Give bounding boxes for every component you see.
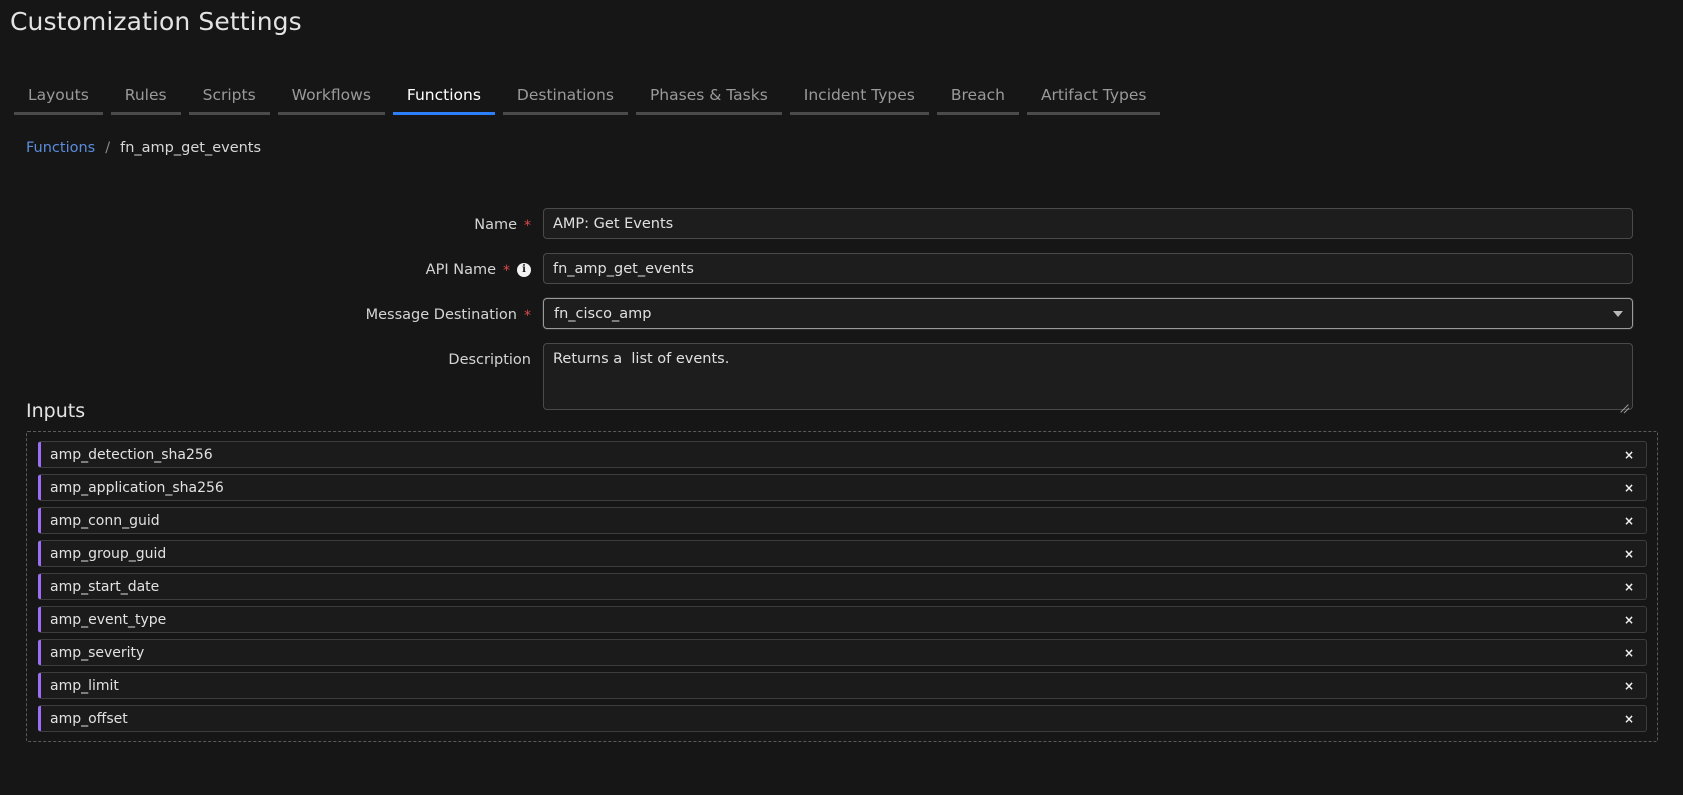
tab-underline	[110, 112, 181, 115]
tab-underline	[188, 112, 270, 115]
remove-input-button[interactable]: ×	[1616, 574, 1642, 599]
api-name-input[interactable]	[543, 253, 1633, 284]
input-row-label: amp_offset	[50, 710, 128, 727]
form-row-name: Name *	[0, 208, 1683, 239]
input-row[interactable]: amp_conn_guid ×	[38, 507, 1647, 534]
input-row-label: amp_conn_guid	[50, 512, 160, 529]
tab-underline	[936, 112, 1019, 115]
message-destination-required-marker: *	[524, 307, 531, 324]
tab-label: Incident Types	[803, 86, 915, 104]
tab-label: Functions	[406, 86, 481, 104]
input-row-label: amp_severity	[50, 644, 145, 661]
name-label-text: Name	[474, 216, 517, 233]
breadcrumb-functions-link[interactable]: Functions	[26, 140, 95, 156]
input-row[interactable]: amp_offset ×	[38, 705, 1647, 732]
tab-label: Destinations	[516, 86, 614, 104]
tab-underline	[502, 112, 628, 115]
message-destination-label: Message Destination *	[0, 298, 543, 324]
remove-input-button[interactable]: ×	[1616, 475, 1642, 500]
input-row-label: amp_limit	[50, 677, 119, 694]
description-label: Description	[0, 343, 543, 369]
tab-workflows[interactable]: Workflows	[274, 85, 389, 115]
message-destination-selected-value-wrap: fn_cisco_amp	[545, 300, 1631, 327]
chevron-down-icon	[1613, 310, 1623, 317]
remove-input-button[interactable]: ×	[1616, 541, 1642, 566]
api-name-field-wrap	[543, 253, 1633, 284]
info-icon[interactable]: i	[517, 262, 531, 277]
input-row[interactable]: amp_severity ×	[38, 639, 1647, 666]
tab-functions[interactable]: Functions	[389, 85, 499, 115]
input-row[interactable]: amp_event_type ×	[38, 606, 1647, 633]
tab-phases-tasks[interactable]: Phases & Tasks	[632, 85, 786, 115]
settings-tab-bar: Layouts Rules Scripts Workflows Functions Des…	[10, 85, 1164, 115]
tab-underline	[1026, 112, 1161, 115]
remove-input-button[interactable]: ×	[1616, 442, 1642, 467]
tab-scripts[interactable]: Scripts	[185, 85, 274, 115]
customization-settings-page: Customization Settings Layouts Rules Scrip…	[0, 0, 1683, 795]
tab-underline	[277, 112, 385, 115]
function-form: Name * API Name * i Message Destination …	[0, 208, 1683, 428]
message-destination-selected-value: fn_cisco_amp	[554, 305, 652, 322]
inputs-section: Inputs amp_detection_sha256 × amp_applicat…	[26, 400, 1666, 742]
remove-input-button[interactable]: ×	[1616, 673, 1642, 698]
message-destination-select[interactable]: fn_cisco_amp	[543, 298, 1633, 329]
name-field-wrap	[543, 208, 1633, 239]
breadcrumb-current: fn_amp_get_events	[120, 140, 262, 156]
tab-underline	[789, 112, 929, 115]
input-row[interactable]: amp_application_sha256 ×	[38, 474, 1647, 501]
description-label-text: Description	[448, 351, 531, 368]
breadcrumb-separator: /	[105, 140, 111, 156]
input-row[interactable]: amp_limit ×	[38, 672, 1647, 699]
input-row-label: amp_event_type	[50, 611, 167, 628]
name-required-marker: *	[524, 217, 531, 234]
tab-label: Layouts	[28, 86, 89, 104]
inputs-list: amp_detection_sha256 × amp_application_sha…	[26, 431, 1658, 742]
remove-input-button[interactable]: ×	[1616, 508, 1642, 533]
input-row-label: amp_group_guid	[50, 545, 167, 562]
remove-input-button[interactable]: ×	[1616, 640, 1642, 665]
form-row-api-name: API Name * i	[0, 253, 1683, 284]
breadcrumb: Functions / fn_amp_get_events	[26, 140, 261, 156]
message-destination-label-text: Message Destination	[365, 306, 517, 323]
tab-underline	[392, 112, 495, 115]
tab-label: Phases & Tasks	[649, 86, 768, 104]
tab-rules[interactable]: Rules	[107, 85, 185, 115]
remove-input-button[interactable]: ×	[1616, 706, 1642, 731]
tab-breach[interactable]: Breach	[933, 85, 1023, 115]
input-row[interactable]: amp_start_date ×	[38, 573, 1647, 600]
name-label: Name *	[0, 208, 543, 234]
api-name-label-text: API Name	[425, 261, 496, 278]
remove-input-button[interactable]: ×	[1616, 607, 1642, 632]
input-row[interactable]: amp_detection_sha256 ×	[38, 441, 1647, 468]
input-row[interactable]: amp_group_guid ×	[38, 540, 1647, 567]
tab-layouts[interactable]: Layouts	[10, 85, 107, 115]
api-name-label: API Name * i	[0, 253, 543, 279]
tab-label: Workflows	[291, 86, 371, 104]
api-name-required-marker: *	[503, 262, 510, 279]
tab-label: Breach	[950, 86, 1005, 104]
page-title: Customization Settings	[10, 7, 302, 36]
tab-label: Rules	[124, 86, 167, 104]
tab-incident-types[interactable]: Incident Types	[786, 85, 933, 115]
tab-underline	[14, 112, 103, 115]
input-row-label: amp_detection_sha256	[50, 446, 213, 463]
form-row-message-destination: Message Destination * fn_cisco_amp	[0, 298, 1683, 329]
tab-underline	[635, 112, 782, 115]
tab-label: Scripts	[202, 86, 256, 104]
message-destination-field-wrap: fn_cisco_amp	[543, 298, 1633, 329]
tab-label: Artifact Types	[1040, 86, 1147, 104]
tab-destinations[interactable]: Destinations	[499, 85, 632, 115]
input-row-label: amp_start_date	[50, 578, 160, 595]
tab-artifact-types[interactable]: Artifact Types	[1023, 85, 1165, 115]
input-row-label: amp_application_sha256	[50, 479, 224, 496]
inputs-heading: Inputs	[26, 400, 86, 422]
name-input[interactable]	[543, 208, 1633, 239]
